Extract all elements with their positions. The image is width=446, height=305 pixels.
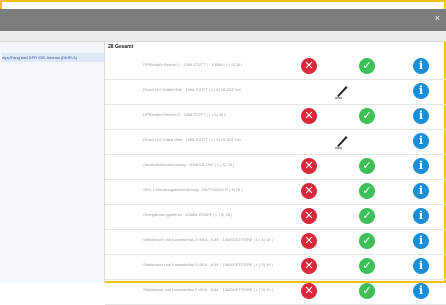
x-icon[interactable]: ✕ <box>301 183 317 199</box>
info-icon[interactable]: i <box>413 208 429 224</box>
table-row[interactable]: Rivich LiG Gdfsa+Allb · 1068 ITZITT | L … <box>105 79 446 105</box>
pen-icon[interactable] <box>334 133 350 149</box>
close-icon[interactable]: × <box>435 14 440 23</box>
check-icon[interactable]: ✓ <box>359 233 375 249</box>
row-label: SHV 1 Dikorrnagsforbersitnung · DKFTV09A… <box>143 187 243 192</box>
check-icon[interactable]: ✓ <box>359 158 375 174</box>
info-icon[interactable]: i <box>413 283 429 299</box>
table-row[interactable]: SHV 1 Dikorrnagsforbersitnung · DKFTV09A… <box>105 179 446 205</box>
row-label: Rivich LiG Gdfsa+Allb · 1068 ITZITT | L … <box>143 137 241 142</box>
row-label: DPRindlich Rendel 1 · 1068 ITZITT | · 10… <box>143 62 243 67</box>
info-icon[interactable]: i <box>413 58 429 74</box>
x-icon[interactable]: ✕ <box>301 158 317 174</box>
toolbar <box>0 31 446 42</box>
info-icon[interactable]: i <box>413 183 429 199</box>
check-icon[interactable]: ✓ <box>359 258 375 274</box>
table-row[interactable]: DPRindlich Rendel 2 · 1068 ITZITT | L | … <box>105 104 446 130</box>
row-label: Strkfahrsch und Kuswehrflus 3 ISKA - 8.8… <box>143 287 273 292</box>
info-icon[interactable]: i <box>413 258 429 274</box>
check-icon[interactable]: ✓ <box>359 183 375 199</box>
row-label: DPRindlich Rendel 2 · 1068 ITZITT | L | … <box>143 112 226 117</box>
check-icon[interactable]: ✓ <box>359 283 375 299</box>
row-label: Gemeinkostenrechnung · 1068 IGI 2INT | L… <box>143 162 235 167</box>
x-icon[interactable]: ✕ <box>301 283 317 299</box>
table-row[interactable]: Rivich LiG Gdfsa+Allb · 1068 ITZITT | L … <box>105 129 446 155</box>
info-icon[interactable]: i <box>413 83 429 99</box>
x-icon[interactable]: ✕ <box>301 58 317 74</box>
x-icon[interactable]: ✕ <box>301 108 317 124</box>
x-icon[interactable]: ✕ <box>301 258 317 274</box>
window-titlebar: × <box>0 9 446 31</box>
table-row[interactable]: Strkfahrsch und Kuswehrflus 3 ISKA - 8.8… <box>105 254 446 280</box>
total-count-label: 28 Gesamt <box>108 44 134 50</box>
check-icon[interactable]: ✓ <box>359 58 375 74</box>
row-label: Strkfahrsch und Kuswehrflus 3 ISKA - 8.8… <box>143 262 273 267</box>
main-panel: 28 Gesamt DPRindlich Rendel 1 · 1068 ITZ… <box>105 42 446 305</box>
table-row[interactable]: Strkfahrsch und Kuswehrflus 3 ISKA - 8.8… <box>105 229 446 255</box>
row-label: Obergaburungsefenzt · 1068M ITZ8PE | L |… <box>143 212 233 217</box>
sidebar: ntpc/Fang bad DPR IDB Jnbenw (DKfR-A) <box>0 42 105 283</box>
table-row[interactable]: DPRindlich Rendel 1 · 1068 ITZITT | · 10… <box>105 54 446 80</box>
info-icon[interactable]: i <box>413 108 429 124</box>
x-icon[interactable]: ✕ <box>301 233 317 249</box>
table-row[interactable]: Obergaburungsefenzt · 1068M ITZ8PE | L |… <box>105 204 446 230</box>
info-icon[interactable]: i <box>413 133 429 149</box>
check-icon[interactable]: ✓ <box>359 208 375 224</box>
pen-icon[interactable] <box>334 83 350 99</box>
sidebar-item-selected[interactable]: ntpc/Fang bad DPR IDB Jnbenw (DKfR-A) <box>2 53 104 62</box>
row-label: Strkfahrsch und Kuswehrflus 3 ISKA - 8.8… <box>143 237 273 242</box>
row-label: Rivich LiG Gdfsa+Allb · 1068 ITZITT | L … <box>143 87 241 92</box>
x-icon[interactable]: ✕ <box>301 208 317 224</box>
info-icon[interactable]: i <box>413 158 429 174</box>
info-icon[interactable]: i <box>413 233 429 249</box>
table-row[interactable]: Gemeinkostenrechnung · 1068 IGI 2INT | L… <box>105 154 446 180</box>
check-icon[interactable]: ✓ <box>359 108 375 124</box>
